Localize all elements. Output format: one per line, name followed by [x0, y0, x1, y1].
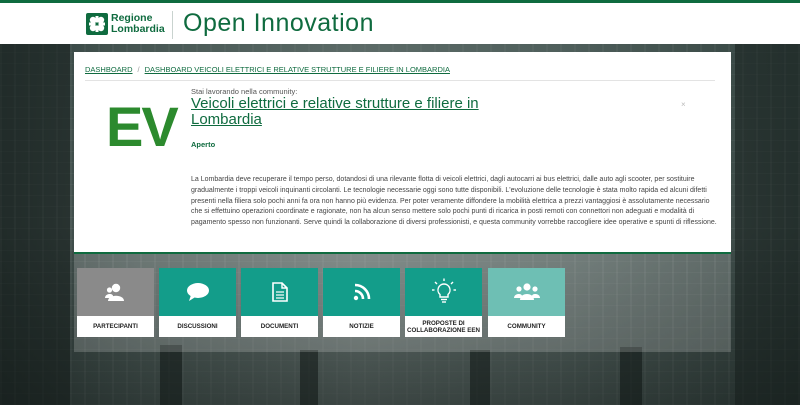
community-icon: [488, 268, 565, 316]
tile-notizie[interactable]: NOTIZIE: [323, 268, 400, 337]
brand-line-2: Lombardia: [111, 23, 165, 35]
top-bar: Regione Lombardia Open Innovation: [0, 0, 800, 44]
tile-label: DISCUSSIONI: [159, 316, 236, 337]
tile-label: NOTIZIE: [323, 316, 400, 337]
header-divider: [172, 11, 173, 39]
breadcrumb-dashboard-link[interactable]: DASHBOARD: [85, 65, 133, 74]
tile-proposte[interactable]: PROPOSTE DI COLLABORAZIONE EEN: [405, 268, 482, 337]
tile-community[interactable]: COMMUNITY: [488, 268, 565, 337]
breadcrumb: DASHBOARD / DASHBOARD VEICOLI ELETTRICI E …: [85, 65, 715, 81]
app-title-main: Open Innov: [183, 9, 318, 37]
status-badge: Aperto: [191, 140, 216, 149]
document-icon: [241, 268, 318, 316]
tile-discussioni[interactable]: DISCUSSIONI: [159, 268, 236, 337]
community-title-link[interactable]: Veicoli elettrici e relative strutture e…: [191, 96, 521, 128]
tile-label: PROPOSTE DI COLLABORAZIONE EEN: [405, 316, 482, 337]
breadcrumb-separator: /: [137, 65, 140, 74]
rss-icon: [323, 268, 400, 316]
tile-partecipanti[interactable]: PARTECIPANTI: [77, 268, 154, 337]
app-title-rest: ation: [317, 9, 374, 37]
tile-label: COMMUNITY: [488, 316, 565, 337]
tile-label: DOCUMENTI: [241, 316, 318, 337]
brand-name[interactable]: Regione Lombardia: [111, 13, 165, 35]
participants-icon: [77, 268, 154, 316]
community-card: DASHBOARD / DASHBOARD VEICOLI ELETTRICI E …: [74, 52, 731, 252]
tile-label: PARTECIPANTI: [77, 316, 154, 337]
chat-bubble-icon: [159, 268, 236, 316]
tile-documenti[interactable]: DOCUMENTI: [241, 268, 318, 337]
community-logo: EV: [106, 95, 179, 158]
close-icon[interactable]: ×: [681, 100, 686, 109]
regione-lombardia-logo-icon[interactable]: [86, 13, 108, 35]
app-title[interactable]: Open Innovation: [183, 9, 374, 38]
community-description: La Lombardia deve recuperare il tempo pe…: [191, 176, 717, 227]
breadcrumb-community-link[interactable]: DASHBOARD VEICOLI ELETTRICI E RELATIVE S…: [145, 65, 450, 74]
lightbulb-icon: [405, 268, 482, 316]
